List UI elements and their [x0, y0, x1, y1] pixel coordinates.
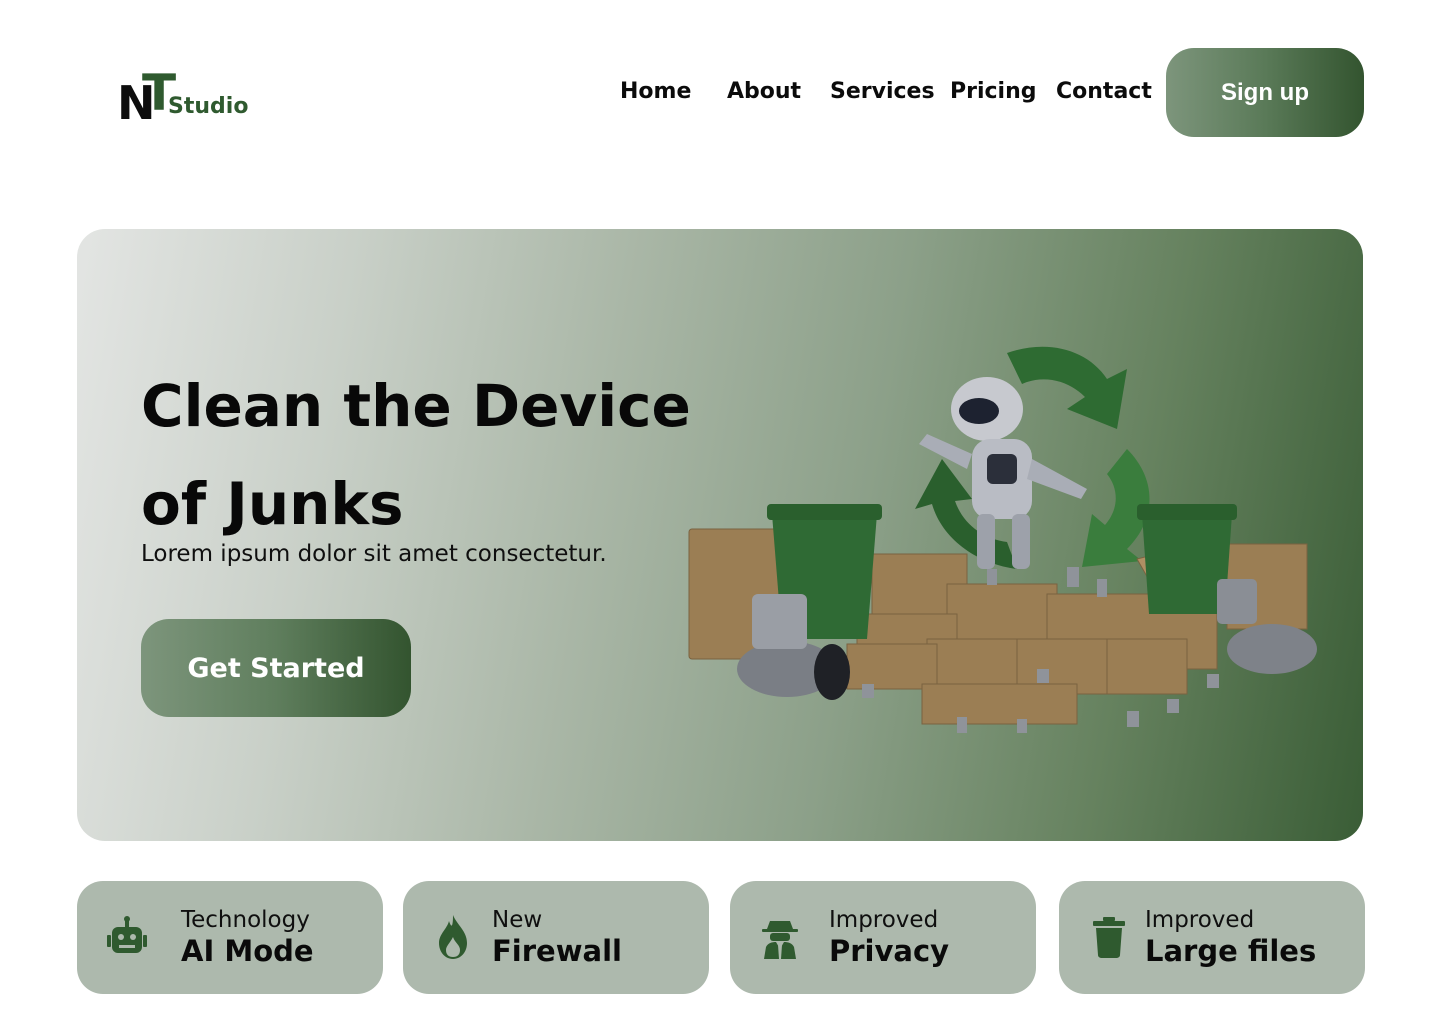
feature-card-firewall[interactable]: New Firewall: [403, 881, 709, 994]
trash-icon: [1093, 917, 1125, 958]
feature-label-small: Improved: [829, 907, 939, 933]
feature-card-ai-mode[interactable]: Technology AI Mode: [77, 881, 383, 994]
nav-contact-link[interactable]: Contact: [1056, 76, 1152, 108]
feature-label-big: Large files: [1145, 934, 1317, 968]
get-started-button[interactable]: Get Started: [141, 619, 411, 717]
signup-button[interactable]: Sign up: [1166, 48, 1364, 137]
feature-label-big: Privacy: [829, 934, 950, 968]
brand-logo[interactable]: N T Studio: [117, 68, 257, 126]
nav-pricing-link[interactable]: Pricing: [950, 76, 1037, 108]
feature-label-small: Improved: [1145, 907, 1255, 933]
nav-home-link[interactable]: Home: [620, 76, 691, 108]
nav-about-link[interactable]: About: [727, 76, 801, 108]
feature-label-big: Firewall: [492, 934, 622, 968]
hero-subtitle: Lorem ipsum dolor sit amet consectetur.: [141, 541, 607, 567]
robot-icon: [107, 916, 147, 953]
robot-recycling-junk-illustration: [688, 346, 1317, 733]
logo-studio-text: Studio: [168, 94, 249, 119]
nav-services-link[interactable]: Services: [830, 76, 935, 108]
hero-banner: Clean the Device of Junks Lorem ipsum do…: [77, 229, 1363, 841]
feature-card-privacy[interactable]: Improved Privacy: [730, 881, 1036, 994]
feature-label-big: AI Mode: [181, 934, 314, 968]
hero-title: Clean the Device of Junks: [141, 372, 691, 538]
feature-label-small: Technology: [181, 907, 310, 933]
feature-card-large-files[interactable]: Improved Large files: [1059, 881, 1365, 994]
flame-icon: [439, 915, 467, 959]
feature-label-small: New: [492, 907, 543, 933]
spy-icon: [762, 921, 798, 959]
